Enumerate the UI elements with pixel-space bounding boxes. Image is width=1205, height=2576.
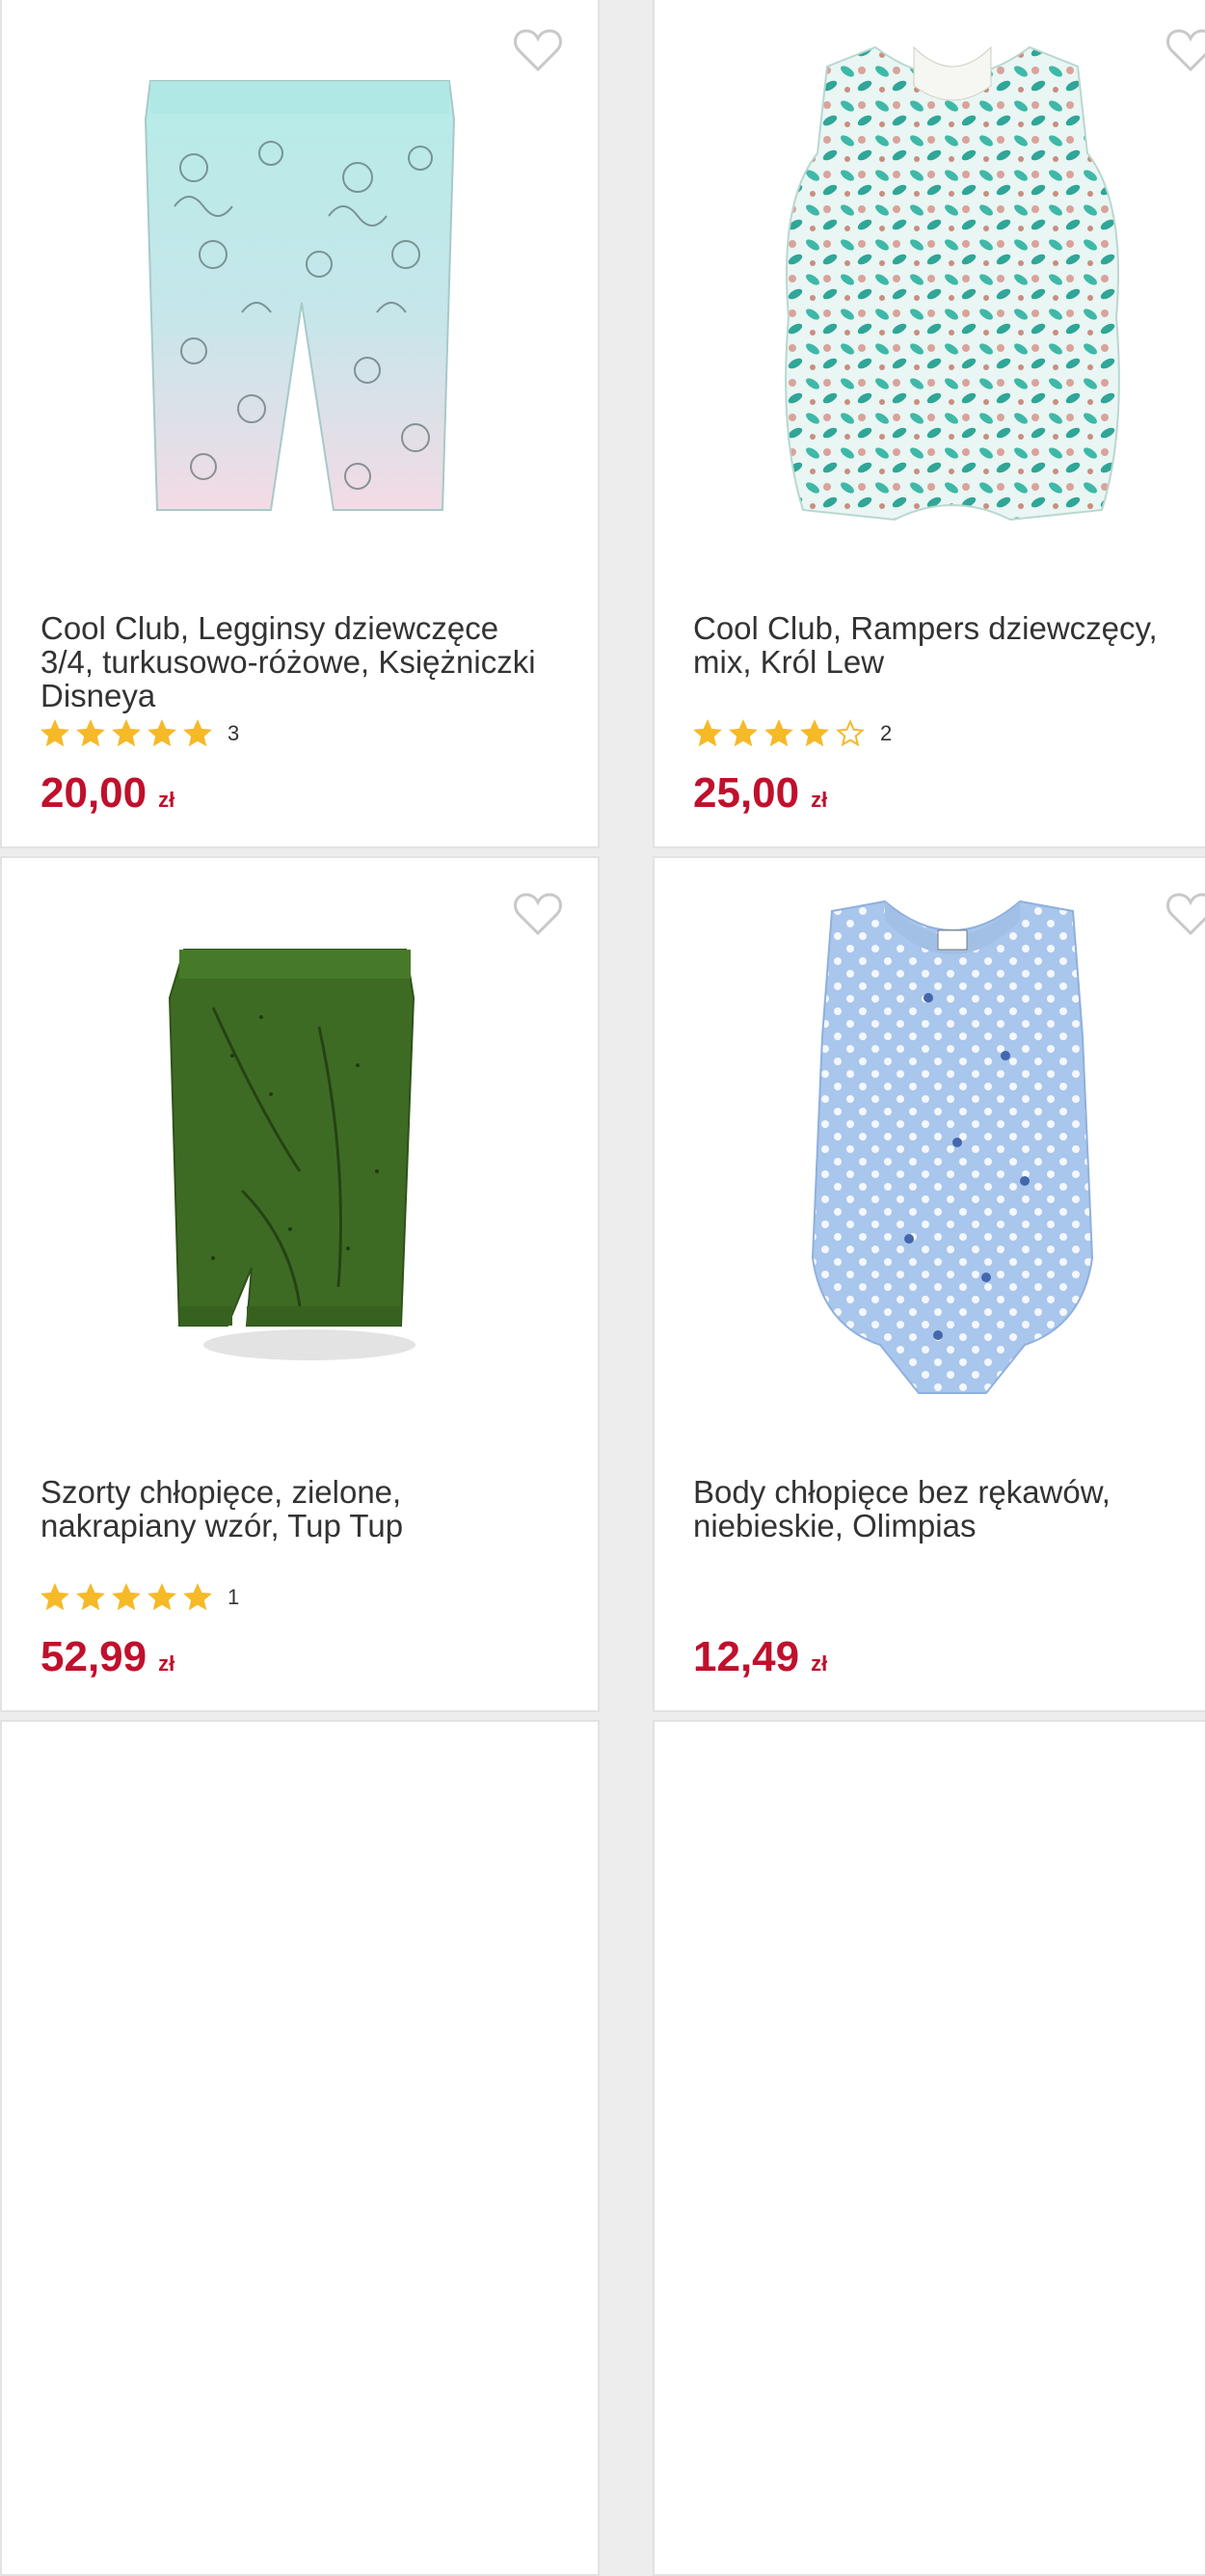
star-filled-icon	[76, 719, 105, 747]
star-filled-icon	[183, 719, 212, 747]
rating-count: 3	[228, 721, 240, 745]
leggings-image	[144, 80, 456, 511]
price-currency: zł	[811, 788, 828, 812]
star-filled-icon	[112, 1583, 141, 1611]
product-card[interactable]	[653, 1720, 1205, 2576]
price-currency: zł	[811, 1651, 828, 1676]
product-rating: 3	[40, 719, 239, 748]
product-card[interactable]: Cool Club, Legginsy dziewczęce 3/4, turk…	[0, 0, 600, 848]
product-price: 20,00 zł	[40, 769, 174, 818]
product-image[interactable]	[655, 13, 1205, 563]
product-price: 12,49 zł	[693, 1633, 827, 1681]
product-card[interactable]: Body chłopięce bez rękawów, niebieskie, …	[653, 856, 1205, 1712]
rating-stars	[693, 719, 865, 748]
product-image[interactable]	[655, 877, 1205, 1427]
product-name[interactable]: Cool Club, Rampers dziewczęcy, mix, Król…	[693, 611, 1205, 679]
star-filled-icon	[112, 719, 141, 747]
shorts-image	[168, 949, 415, 1360]
product-card[interactable]: Szorty chłopięce, zielone, nakrapiany wz…	[0, 856, 600, 1712]
rating-stars	[40, 719, 212, 748]
price-currency: zł	[158, 1651, 175, 1676]
star-filled-icon	[183, 1583, 212, 1611]
star-filled-icon	[40, 1583, 69, 1611]
star-filled-icon	[147, 719, 176, 747]
product-image[interactable]	[2, 13, 598, 563]
price-currency: zł	[158, 788, 175, 812]
product-price: 25,00 zł	[693, 769, 827, 818]
product-price: 52,99 zł	[40, 1633, 174, 1681]
product-name[interactable]: Szorty chłopięce, zielone, nakrapiany wz…	[40, 1475, 559, 1543]
product-rating: 1	[40, 1583, 239, 1612]
product-name[interactable]: Cool Club, Legginsy dziewczęce 3/4, turk…	[40, 611, 559, 712]
price-amount: 20,00	[40, 769, 147, 817]
star-empty-icon	[836, 719, 865, 747]
star-filled-icon	[147, 1583, 176, 1611]
star-filled-icon	[40, 719, 69, 747]
price-amount: 25,00	[693, 769, 800, 817]
product-card[interactable]	[0, 1720, 600, 2576]
rating-stars	[40, 1583, 212, 1612]
star-filled-icon	[729, 719, 758, 747]
star-filled-icon	[76, 1583, 105, 1611]
product-image[interactable]	[2, 877, 598, 1427]
product-grid: Cool Club, Legginsy dziewczęce 3/4, turk…	[0, 0, 1205, 2576]
star-filled-icon	[693, 719, 722, 747]
price-amount: 12,49	[693, 1633, 800, 1680]
rating-count: 2	[880, 721, 893, 745]
romper-image	[785, 45, 1120, 522]
star-filled-icon	[800, 719, 829, 747]
star-filled-icon	[764, 719, 793, 747]
price-amount: 52,99	[40, 1633, 147, 1680]
product-card[interactable]: Cool Club, Rampers dziewczęcy, mix, Król…	[653, 0, 1205, 848]
rating-count: 1	[228, 1585, 240, 1609]
product-rating: 2	[693, 719, 892, 748]
product-name[interactable]: Body chłopięce bez rękawów, niebieskie, …	[693, 1475, 1205, 1543]
bodysuit-image	[811, 899, 1094, 1394]
